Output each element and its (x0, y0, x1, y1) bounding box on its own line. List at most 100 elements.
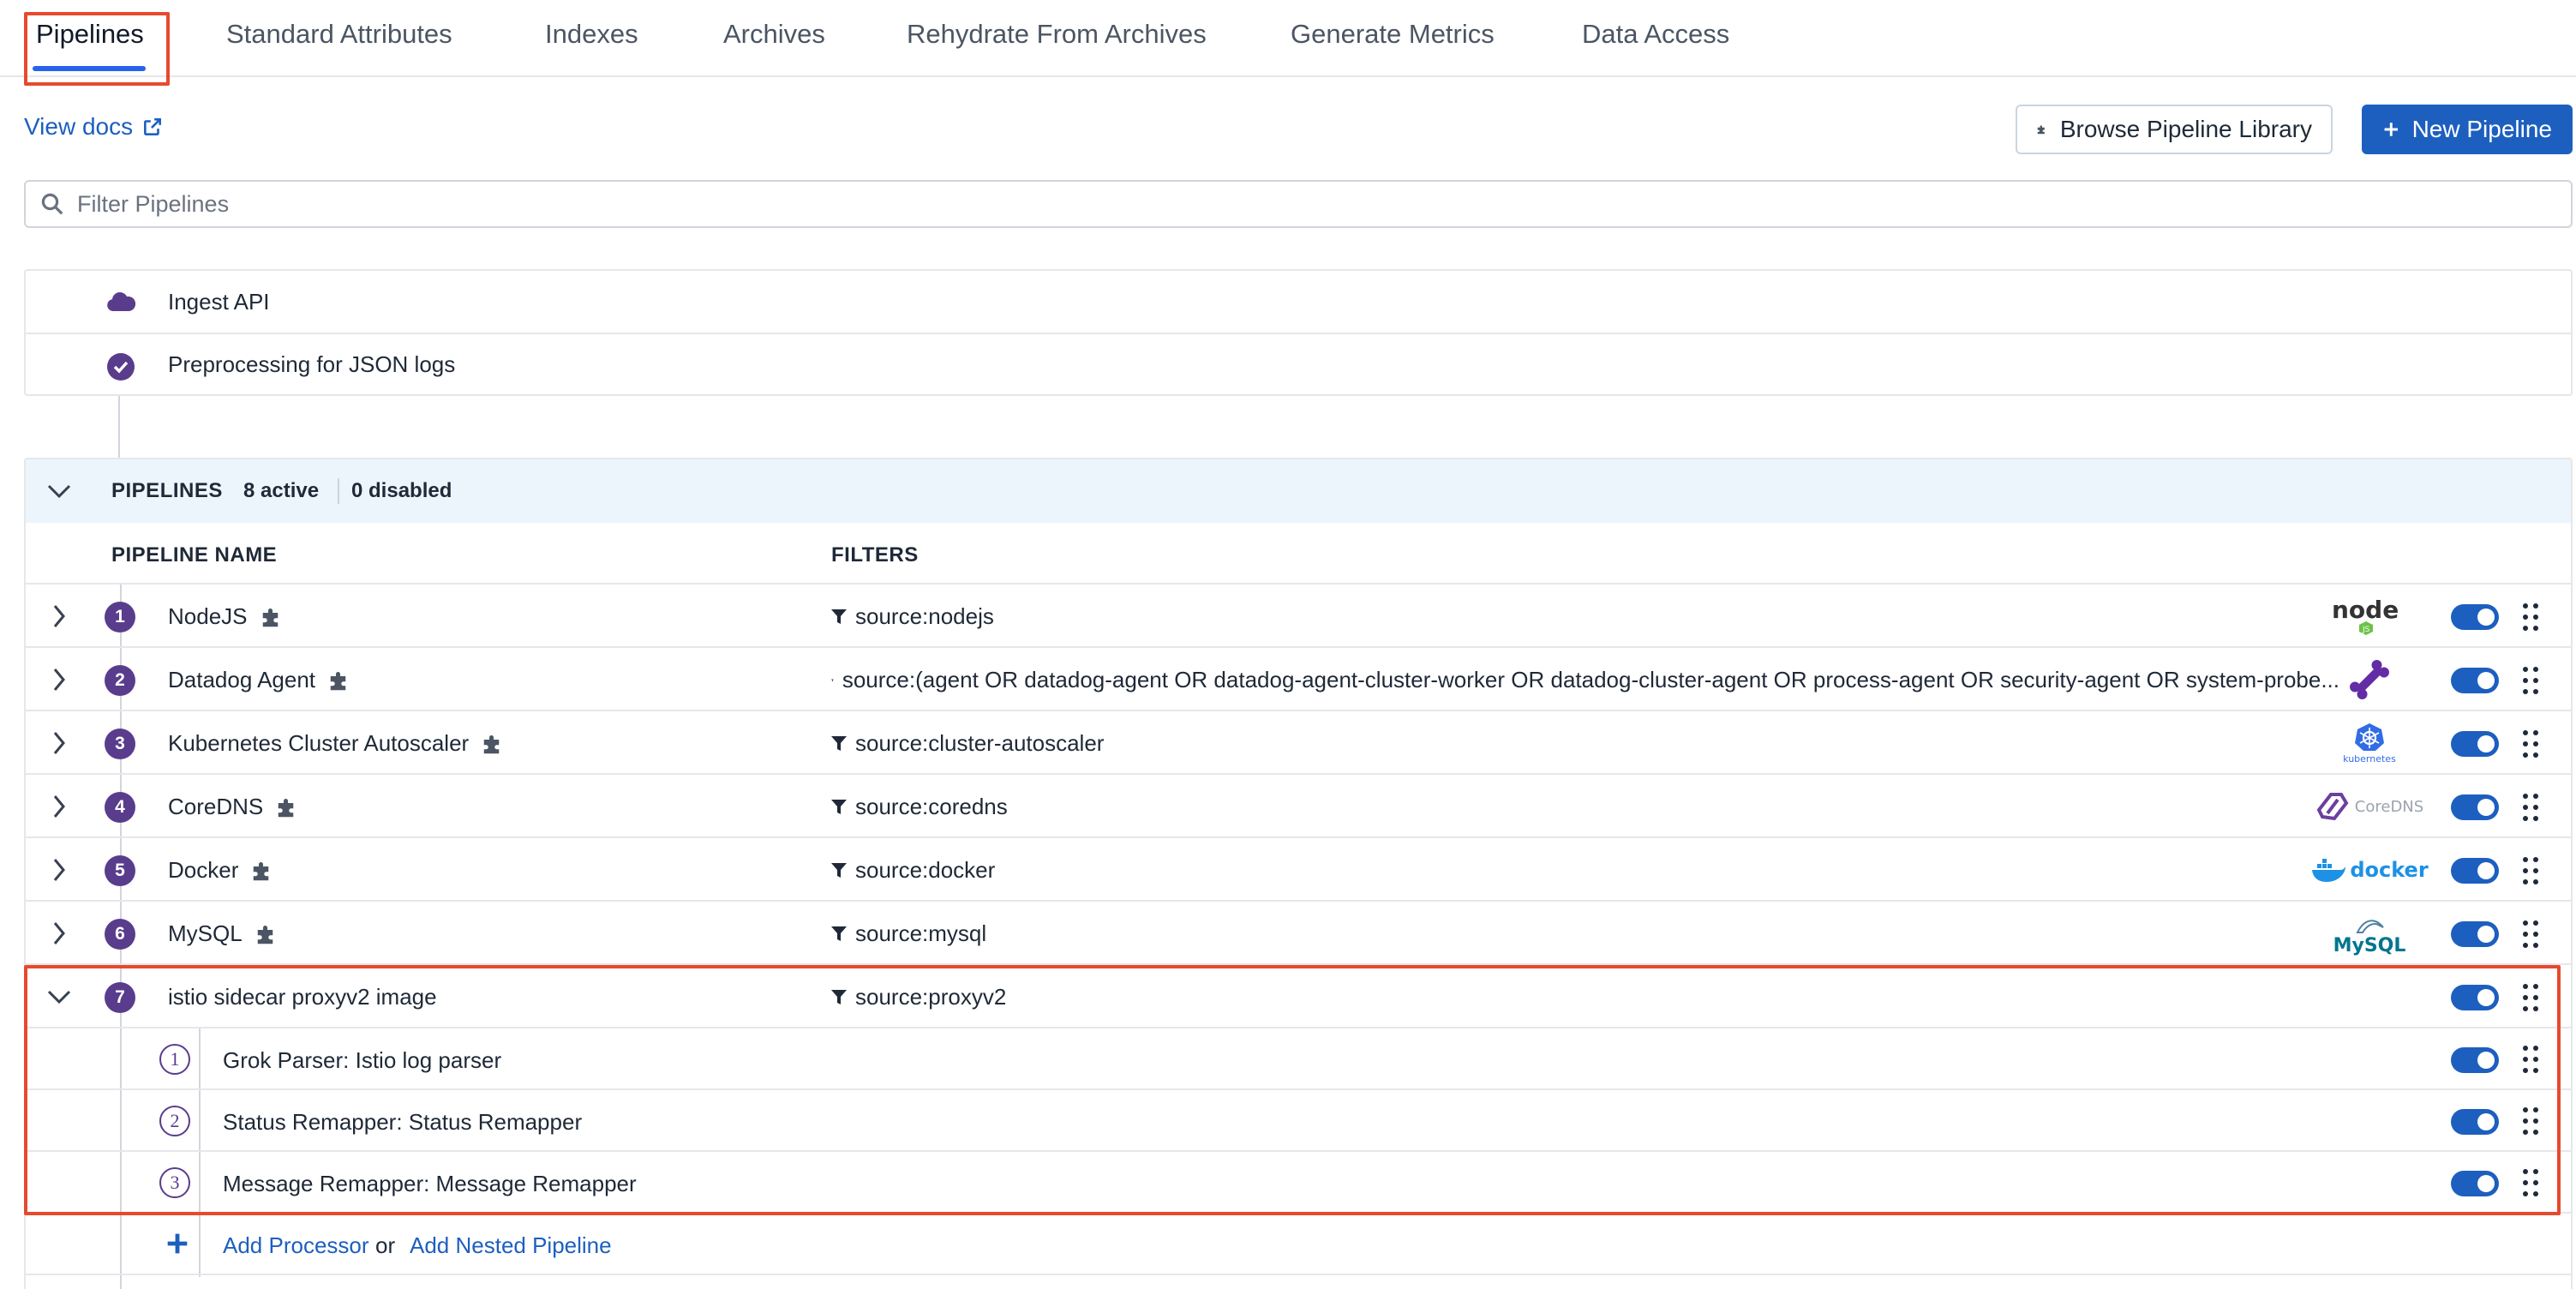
tab-archives[interactable]: Archives (723, 19, 825, 50)
drag-handle-icon[interactable] (2521, 1167, 2542, 1198)
pipeline-enabled-toggle[interactable] (2451, 985, 2499, 1010)
pipeline-enabled-toggle[interactable] (2451, 921, 2499, 947)
add-processor-row: Add Processor or Add Nested Pipeline (26, 1214, 2571, 1275)
add-nested-pipeline-link[interactable]: Add Nested Pipeline (410, 1232, 612, 1259)
expand-row-toggle[interactable] (46, 857, 72, 883)
funnel-icon (831, 735, 847, 751)
filter-pipelines-input[interactable] (77, 190, 2477, 218)
expand-row-toggle[interactable] (46, 730, 72, 756)
preprocessing-box: Ingest API Preprocessing for JSON logs (24, 269, 2573, 396)
drag-handle-icon[interactable] (2521, 665, 2542, 696)
tab-generate-metrics[interactable]: Generate Metrics (1291, 19, 1495, 50)
plus-icon (167, 1233, 188, 1254)
drag-handle-icon[interactable] (2521, 855, 2542, 886)
active-count: 8 active (243, 479, 320, 502)
expand-row-toggle[interactable] (46, 920, 72, 946)
docker-logo: docker (2305, 847, 2434, 893)
datadog-bone-logo (2305, 656, 2434, 703)
processor-enabled-toggle[interactable] (2451, 1047, 2499, 1073)
puzzle-icon (2037, 125, 2045, 135)
pipeline-filter: source:nodejs (831, 603, 994, 630)
tab-rehydrate-from-archives[interactable]: Rehydrate From Archives (907, 19, 1207, 50)
highlight-box-tab (24, 12, 170, 86)
pipeline-row-datadog-agent[interactable]: 2 Datadog Agent source:(agent OR datadog… (26, 648, 2571, 711)
expand-row-toggle[interactable] (46, 667, 72, 692)
pipeline-filter: source:coredns (831, 794, 1008, 820)
expand-row-toggle[interactable] (46, 603, 72, 629)
preprocessing-item-json-logs: Preprocessing for JSON logs (26, 333, 2571, 394)
pipeline-name-text: Docker (168, 857, 239, 883)
pipeline-filter: source:docker (831, 857, 995, 884)
pipeline-number: 2 (105, 665, 135, 696)
pipeline-enabled-toggle[interactable] (2451, 668, 2499, 693)
pipeline-row-kubernetes-cluster-autoscaler[interactable]: 3 Kubernetes Cluster Autoscaler source:c… (26, 711, 2571, 775)
drag-handle-icon[interactable] (2521, 1106, 2542, 1136)
browse-pipeline-library-button[interactable]: Browse Pipeline Library (2016, 105, 2333, 154)
pipeline-row-mysql[interactable]: 6 MySQL source:mysql MySQL (26, 902, 2571, 965)
column-header-pipeline-name: PIPELINE NAME (111, 543, 278, 567)
processor-row-status-remapper[interactable]: 2 Status Remapper: Status Remapper (26, 1090, 2571, 1152)
svg-text:JS: JS (2362, 626, 2370, 634)
plus-icon (2384, 123, 2399, 136)
pipeline-name-text: NodeJS (168, 603, 248, 629)
pipeline-row-docker[interactable]: 5 Docker source:docker docker (26, 838, 2571, 902)
drag-handle-icon[interactable] (2521, 919, 2542, 950)
pipeline-enabled-toggle[interactable] (2451, 858, 2499, 884)
flow-connector-line (118, 396, 120, 458)
pipeline-number: 3 (105, 728, 135, 759)
funnel-icon (831, 862, 847, 878)
funnel-icon (831, 926, 847, 941)
chevron-right-icon (53, 795, 65, 818)
pipeline-row-nodejs[interactable]: 1 NodeJS source:nodejs node JS (26, 585, 2571, 648)
funnel-icon (831, 799, 847, 814)
pipeline-name-text: istio sidecar proxyv2 image (168, 984, 437, 1010)
processor-number: 2 (159, 1106, 190, 1136)
processor-row-grok-parser[interactable]: 1 Grok Parser: Istio log parser (26, 1028, 2571, 1090)
mysql-logo: MySQL (2305, 910, 2434, 956)
pipeline-name-text: Datadog Agent (168, 667, 316, 692)
pipeline-filter: source:cluster-autoscaler (831, 730, 1104, 757)
puzzle-icon (483, 734, 500, 753)
pipeline-row-istio-sidecar[interactable]: 7 istio sidecar proxyv2 image source:pro… (26, 965, 2571, 1028)
pipeline-number: 7 (105, 982, 135, 1013)
tab-data-access[interactable]: Data Access (1582, 19, 1729, 50)
drag-handle-icon[interactable] (2521, 602, 2542, 633)
tab-standard-attributes[interactable]: Standard Attributes (226, 19, 452, 50)
pipeline-filter-text: source:(agent OR datadog-agent OR datado… (842, 667, 2339, 692)
collapse-pipelines-toggle[interactable] (46, 478, 72, 504)
pipeline-enabled-toggle[interactable] (2451, 604, 2499, 630)
pipeline-row-coredns[interactable]: 4 CoreDNS source:coredns CoreDNS (26, 775, 2571, 838)
puzzle-icon (279, 798, 294, 817)
expand-row-toggle[interactable] (46, 794, 72, 819)
add-processor-link[interactable]: Add Processor (223, 1232, 369, 1259)
tab-indexes[interactable]: Indexes (545, 19, 638, 50)
add-or-text: or (375, 1232, 396, 1258)
drag-handle-icon[interactable] (2521, 728, 2542, 759)
processor-number: 3 (159, 1167, 190, 1198)
svg-text:node: node (2332, 596, 2399, 624)
pipeline-name-text: CoreDNS (168, 794, 264, 819)
view-docs-link[interactable]: View docs (24, 113, 164, 141)
drag-handle-icon[interactable] (2521, 1044, 2542, 1075)
new-pipeline-button[interactable]: New Pipeline (2362, 105, 2573, 154)
pipeline-filter-text: source:coredns (855, 794, 1008, 819)
pipeline-filter: source:(agent OR datadog-agent OR datado… (831, 667, 2339, 693)
chevron-right-icon (53, 732, 65, 754)
processor-enabled-toggle[interactable] (2451, 1171, 2499, 1196)
pipelines-section-header: PIPELINES 8 active 0 disabled (26, 459, 2571, 523)
kubernetes-wheel-icon (2355, 722, 2384, 751)
drag-handle-icon[interactable] (2521, 792, 2542, 823)
pipeline-enabled-toggle[interactable] (2451, 731, 2499, 757)
preprocessing-label: Preprocessing for JSON logs (168, 351, 456, 377)
processor-row-message-remapper[interactable]: 3 Message Remapper: Message Remapper (26, 1152, 2571, 1214)
disabled-count: 0 disabled (351, 479, 452, 502)
collapse-row-toggle[interactable] (46, 984, 72, 1010)
coredns-mark-icon (2316, 793, 2349, 821)
pipeline-enabled-toggle[interactable] (2451, 794, 2499, 820)
pipeline-filter: source:proxyv2 (831, 984, 1006, 1010)
processor-enabled-toggle[interactable] (2451, 1109, 2499, 1135)
column-header-filters: FILTERS (831, 543, 919, 567)
drag-handle-icon[interactable] (2521, 982, 2542, 1013)
processor-number: 1 (159, 1044, 190, 1075)
column-headers: PIPELINE NAME FILTERS (26, 523, 2571, 585)
